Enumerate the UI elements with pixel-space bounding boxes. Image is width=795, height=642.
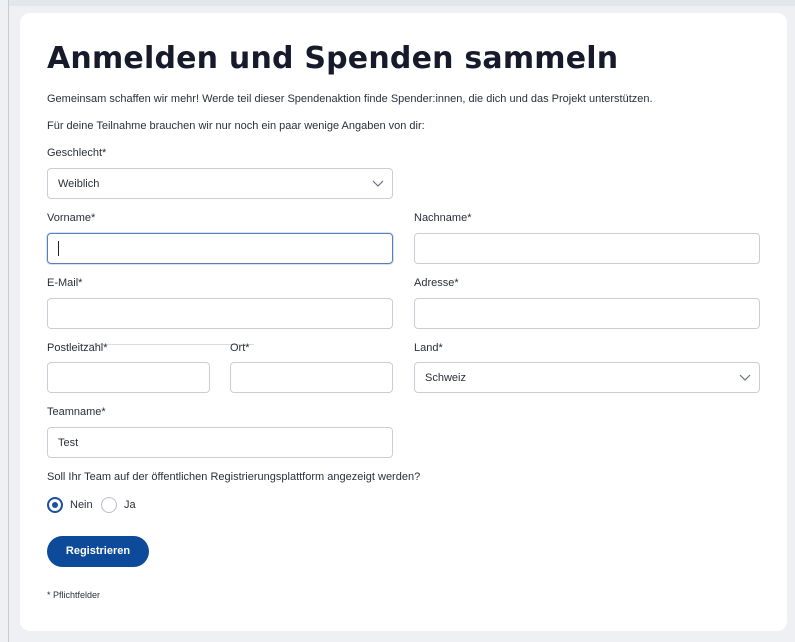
visibility-question: Soll Ihr Team auf der öffentlichen Regis… [47,471,421,483]
team-value: Test [58,437,79,449]
address-input[interactable] [414,298,760,329]
country-value: Schweiz [425,372,466,384]
intro-text-2: Für deine Teilnahme brauchen wir nur noc… [47,120,425,132]
city-label: Ort* [230,342,250,354]
country-label: Land* [414,342,443,354]
registration-card: Anmelden und Spenden sammeln Gemeinsam s… [20,13,787,631]
team-label: Teamname* [47,406,106,418]
lastname-input[interactable] [414,233,760,264]
radio-ja[interactable] [101,497,117,513]
zip-label: Postleitzahl* [47,342,108,354]
text-cursor [58,241,59,256]
team-input[interactable]: Test [47,427,393,458]
required-footnote: * Pflichtfelder [47,590,101,600]
register-button[interactable]: Registrieren [47,536,149,567]
gender-select[interactable]: Weiblich [47,168,393,199]
chevron-down-icon [372,180,384,187]
lastname-label: Nachname* [414,212,472,224]
gender-label: Geschlecht* [47,147,107,159]
page-title: Anmelden und Spenden sammeln [47,41,619,76]
radio-nein[interactable] [47,497,63,513]
email-label: E-Mail* [47,277,83,289]
firstname-input[interactable] [47,233,393,264]
chevron-down-icon [739,374,751,381]
window-top-edge [8,0,795,6]
radio-nein-label[interactable]: Nein [70,499,93,511]
firstname-label: Vorname* [47,212,96,224]
city-input[interactable] [230,362,393,393]
email-input[interactable] [47,298,393,329]
gender-value: Weiblich [58,178,100,190]
address-label: Adresse* [414,277,459,289]
window-left-edge [8,0,9,642]
intro-text: Gemeinsam schaffen wir mehr! Werde teil … [47,93,653,105]
radio-ja-label[interactable]: Ja [124,499,136,511]
zip-input[interactable] [47,362,210,393]
country-select[interactable]: Schweiz [414,362,760,393]
